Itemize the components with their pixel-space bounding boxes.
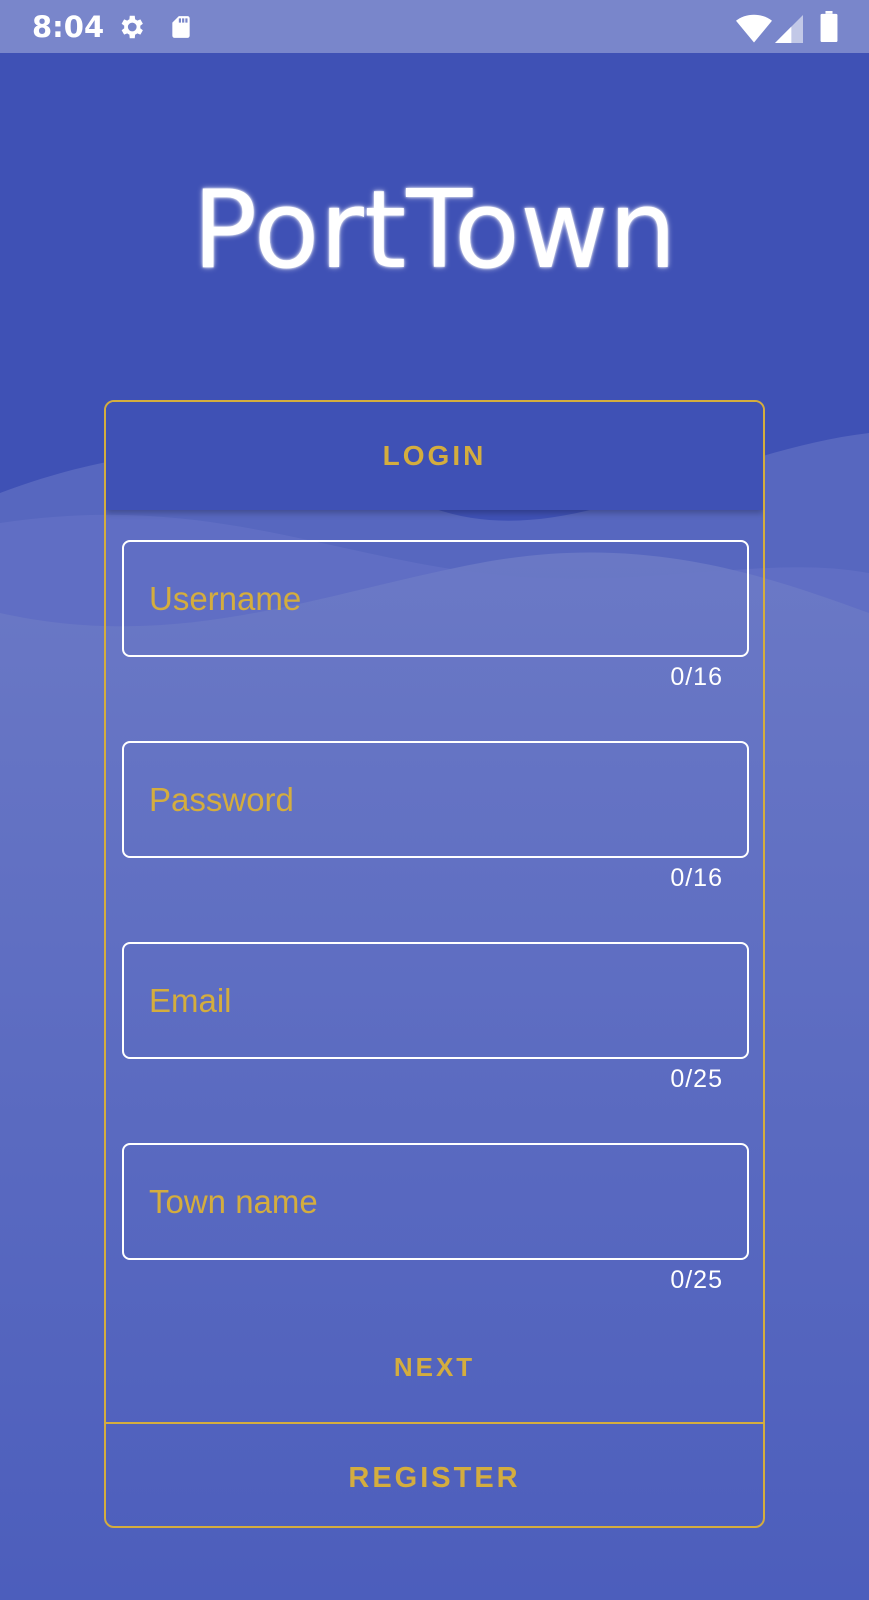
status-time: 8:04 <box>32 10 105 44</box>
username-counter: 0/16 <box>670 663 723 691</box>
town-name-field[interactable] <box>122 1143 749 1260</box>
wifi-icon <box>736 14 772 43</box>
divider <box>106 1422 763 1424</box>
cellular-signal-icon <box>775 15 803 43</box>
gear-icon <box>121 15 143 39</box>
app-title: PortTown <box>192 168 677 293</box>
battery-icon <box>820 11 838 42</box>
login-tab-label: LOGIN <box>382 440 487 471</box>
password-counter: 0/16 <box>670 864 723 892</box>
email-field[interactable] <box>122 942 749 1059</box>
town-name-counter: 0/25 <box>670 1266 723 1294</box>
sd-card-icon <box>172 16 190 38</box>
status-bar: 8:04 <box>0 0 869 53</box>
username-field[interactable] <box>122 540 749 657</box>
email-counter: 0/25 <box>670 1065 723 1093</box>
password-field[interactable] <box>122 741 749 858</box>
register-button[interactable]: REGISTER <box>106 1462 763 1495</box>
login-tab[interactable]: LOGIN <box>106 402 763 510</box>
login-card: LOGIN 0/16 0/16 0/25 0/25 NEXT REGISTER <box>104 400 765 1528</box>
next-button[interactable]: NEXT <box>106 1352 763 1383</box>
